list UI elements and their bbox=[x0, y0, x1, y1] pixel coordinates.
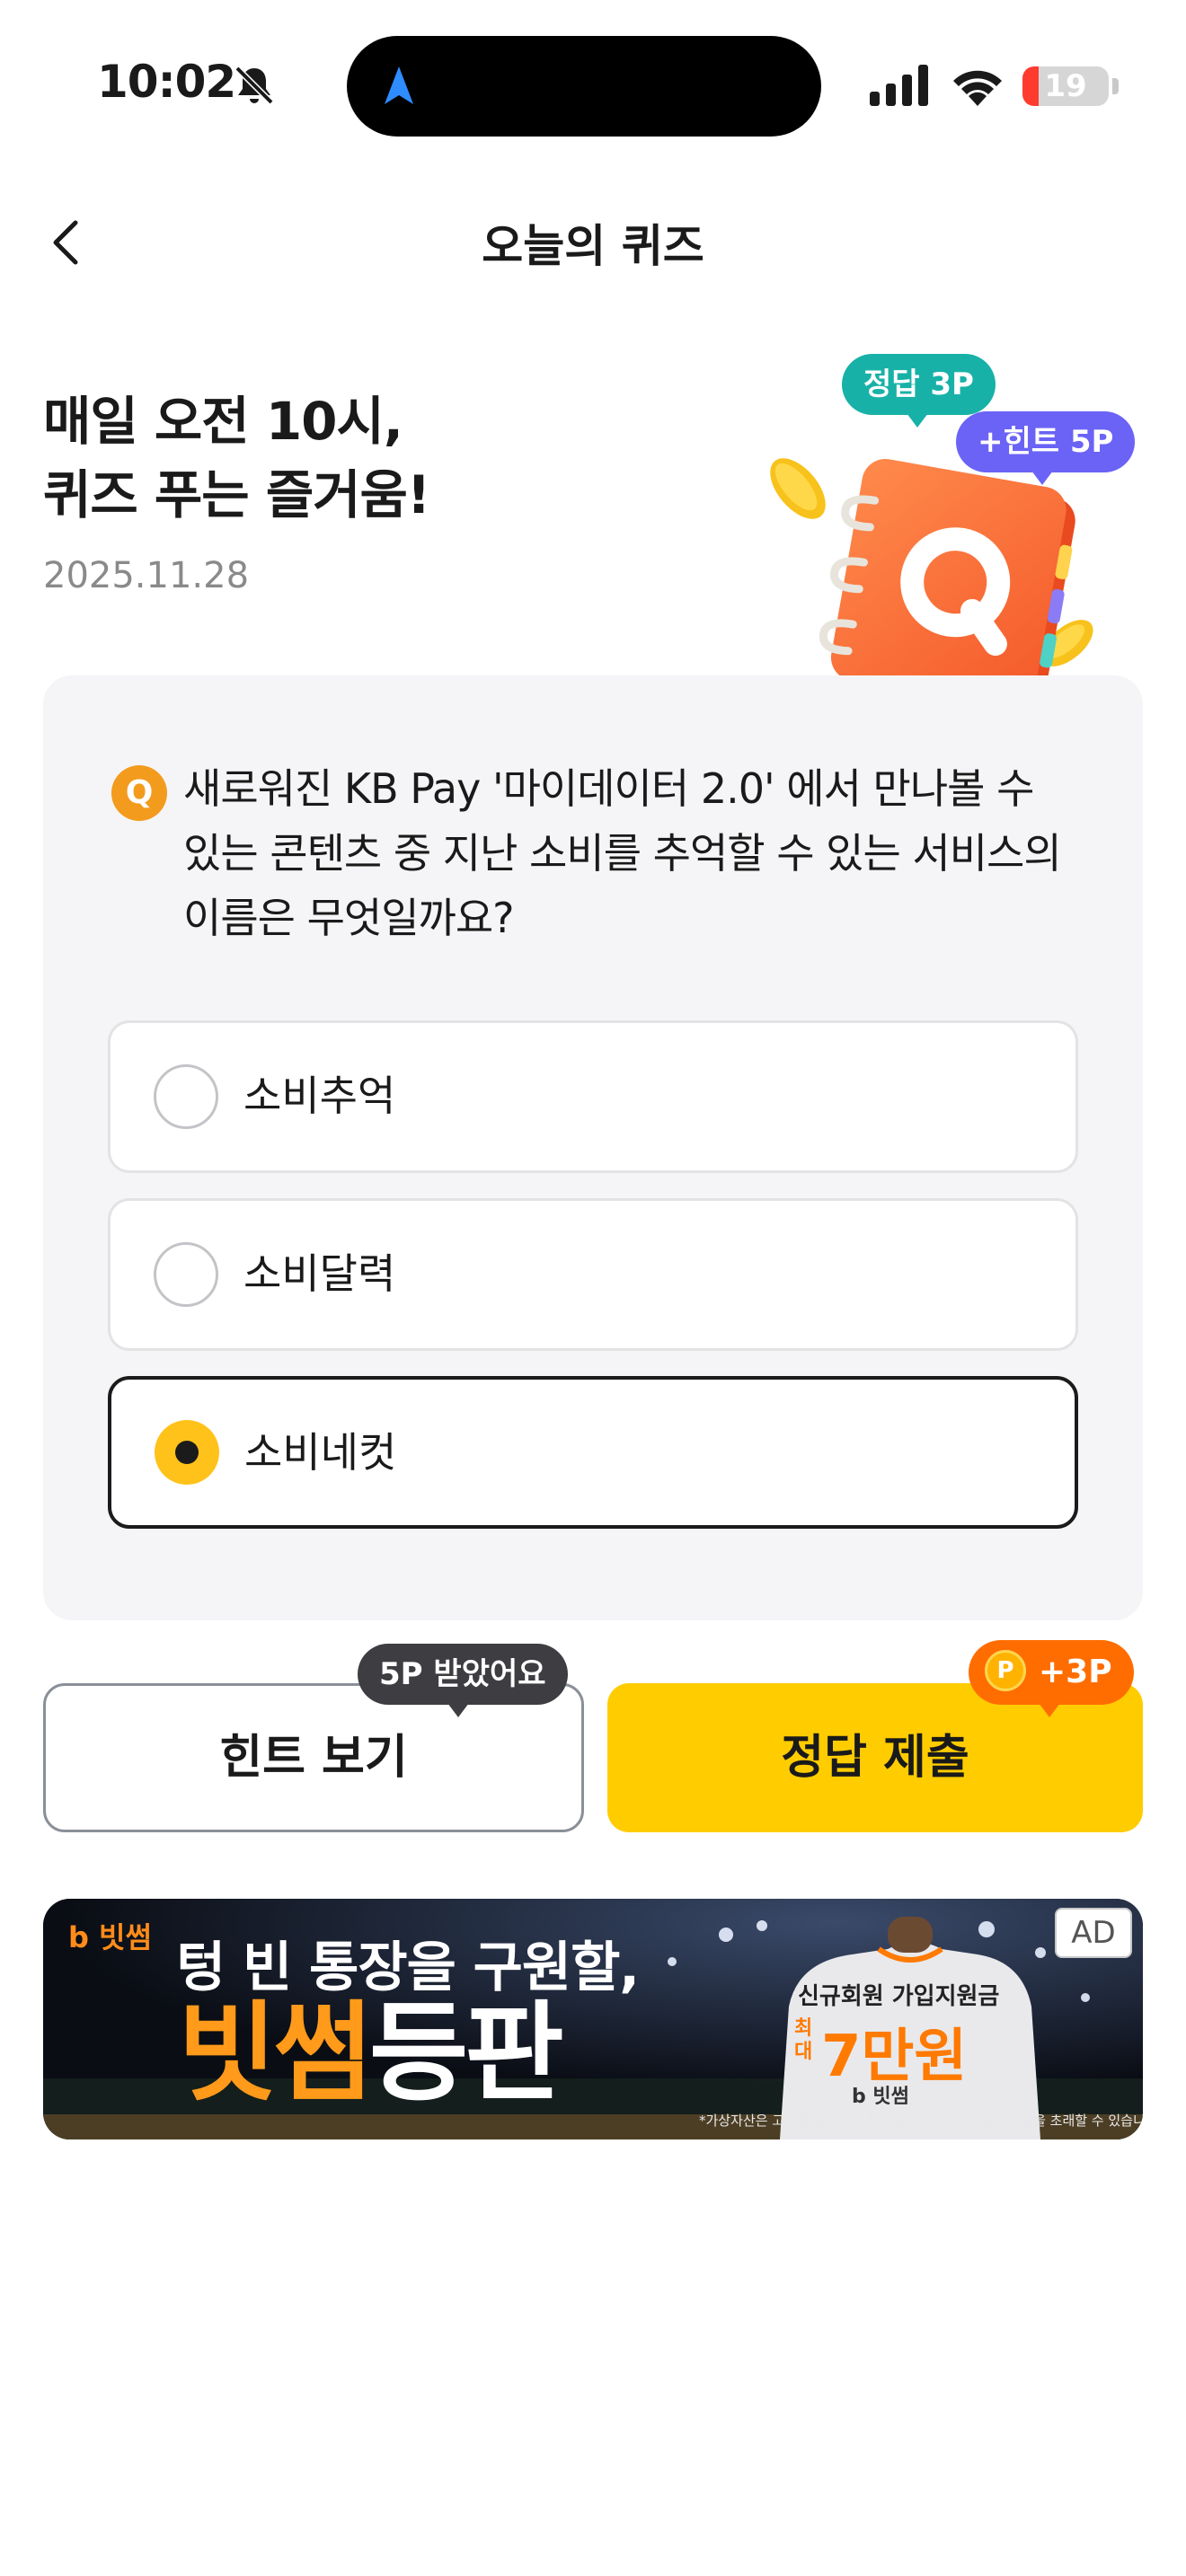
answer-option-label: 소비네컷 bbox=[244, 1428, 397, 1477]
battery-tip bbox=[1112, 78, 1119, 94]
hero-title: 매일 오전 10시, 퀴즈 푸는 즐거움! bbox=[43, 384, 430, 532]
ad-headline: 텅 빈 통장을 구원할, bbox=[176, 1936, 640, 1999]
answer-option-label: 소비달력 bbox=[243, 1249, 396, 1298]
ad-brand-part1: 빗썸 bbox=[178, 1991, 373, 2116]
hero-title-line1: 매일 오전 10시, bbox=[43, 391, 403, 452]
ad-brand-text: 빗썸등판 bbox=[178, 1996, 564, 2113]
radio-button[interactable] bbox=[154, 1242, 218, 1307]
answer-points-bubble: 정답 3P bbox=[842, 354, 996, 428]
ad-banner[interactable]: b 빗썸 텅 빈 통장을 구원할, 빗썸등판 신규회원 가입지원금 최대 7만원… bbox=[43, 1899, 1143, 2139]
point-coin-icon: P bbox=[985, 1650, 1026, 1691]
hint-received-tooltip: 5P 받았어요 bbox=[358, 1644, 568, 1717]
answer-option-3[interactable]: 소비네컷 bbox=[108, 1376, 1078, 1529]
submit-answer-button[interactable]: 정답 제출 bbox=[607, 1683, 1143, 1832]
submit-reward-tooltip: P +3P bbox=[969, 1640, 1134, 1717]
radio-button[interactable] bbox=[154, 1064, 218, 1129]
submit-reward-text: +3P bbox=[1039, 1654, 1112, 1690]
quiz-date: 2025.11.28 bbox=[43, 555, 250, 596]
page-title: 오늘의 퀴즈 bbox=[482, 220, 704, 272]
ad-jersey-brand: b 빗썸 bbox=[852, 2086, 909, 2108]
ad-logo: b 빗썸 bbox=[68, 1920, 152, 1954]
navigation-arrow-icon bbox=[385, 66, 413, 104]
ad-disclaimer: *가상자산은 고위험 상품으로 투자금의 전부 또는 일부 손실을 초래할 수 … bbox=[699, 2113, 1143, 2129]
status-time: 10:02 bbox=[97, 56, 236, 108]
question-text: 새로워진 KB Pay '마이데이터 2.0' 에서 만나볼 수 있는 콘텐츠 … bbox=[183, 764, 1062, 942]
radio-button-selected[interactable] bbox=[155, 1420, 219, 1485]
ad-tag[interactable]: AD bbox=[1055, 1908, 1132, 1958]
hint-points-bubble: +힌트 5P bbox=[956, 411, 1136, 485]
bell-off-icon bbox=[235, 66, 274, 105]
answer-option-label: 소비추억 bbox=[243, 1072, 396, 1120]
ad-jersey-max: 최대 bbox=[794, 2017, 813, 2063]
ad-jersey-caption: 신규회원 가입지원금 bbox=[798, 1983, 1000, 2010]
wifi-icon bbox=[953, 70, 1002, 106]
dynamic-island bbox=[347, 36, 821, 137]
answer-option-2[interactable]: 소비달력 bbox=[108, 1198, 1078, 1351]
answer-option-1[interactable]: 소비추억 bbox=[108, 1020, 1078, 1173]
hero-title-line2: 퀴즈 푸는 즐거움! bbox=[43, 464, 430, 525]
ad-brand-part2: 등판 bbox=[368, 1991, 564, 2116]
battery-indicator: 19 bbox=[1022, 66, 1109, 106]
cellular-signal-icon bbox=[870, 65, 928, 106]
question-badge: Q bbox=[111, 765, 167, 821]
battery-percent: 19 bbox=[1044, 68, 1087, 104]
show-hint-button[interactable]: 힌트 보기 bbox=[43, 1683, 584, 1832]
